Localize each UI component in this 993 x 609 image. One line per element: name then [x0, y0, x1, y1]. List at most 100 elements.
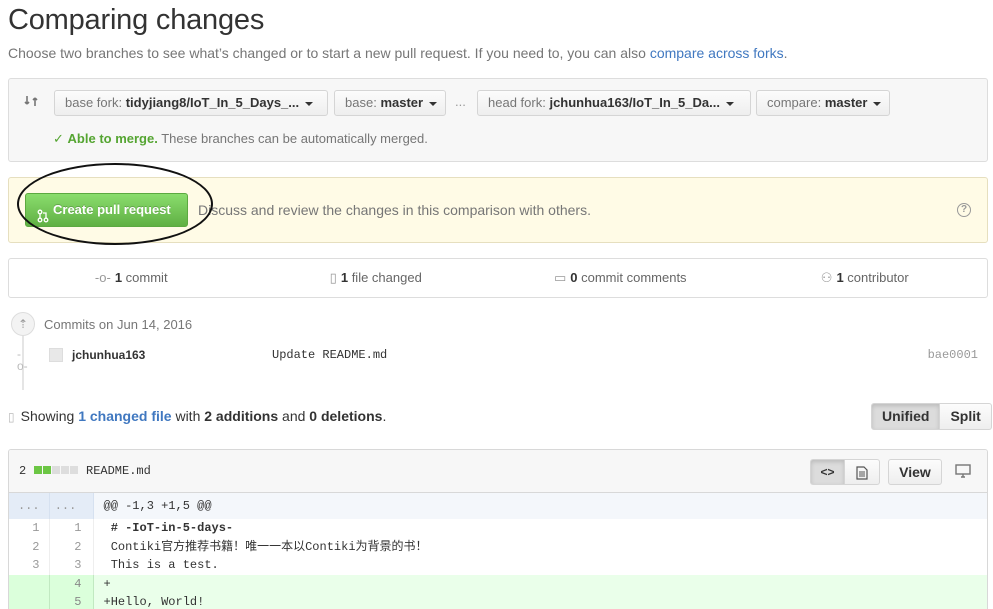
base-fork-select[interactable]: base fork: tidyjiang8/IoT_In_5_Days_... — [54, 90, 328, 116]
file-header: 2 README.md <> View — [9, 450, 987, 493]
diff-line: 2 2 Contiki官方推荐书籍！唯一一本以Contiki为背景的书！ — [9, 537, 987, 556]
tab-commits[interactable]: -o- 1 commit — [9, 259, 254, 297]
diff-line-code: +Hello, World! — [93, 593, 987, 609]
diffstat-addition-block — [43, 466, 51, 474]
diffstat-bar — [34, 466, 79, 474]
chevron-down-icon — [305, 101, 314, 106]
page-subtitle: Choose two branches to see what’s change… — [8, 45, 788, 61]
commit-sha[interactable]: bae0001 — [928, 348, 978, 362]
file-diff-icon: ▯ — [8, 410, 15, 424]
avatar[interactable] — [49, 348, 63, 362]
new-line-number[interactable]: 2 — [49, 537, 94, 556]
commit-group-date: Commits on Jun 14, 2016 — [44, 317, 193, 332]
source-rich-toggle: <> — [810, 459, 880, 485]
view-file-button[interactable]: View — [888, 459, 942, 485]
pull-request-description: Discuss and review the changes in this c… — [198, 202, 591, 218]
tab-contributors[interactable]: ⚇ 1 contributor — [743, 259, 988, 297]
base-branch-select[interactable]: base: master — [334, 90, 446, 116]
new-line-number[interactable]: 1 — [49, 519, 94, 538]
diffstat-neutral-block — [52, 466, 60, 474]
diff-change-count: 2 — [19, 464, 27, 478]
file-name[interactable]: README.md — [86, 464, 151, 478]
and-label: and — [282, 408, 306, 424]
file-text-icon[interactable] — [845, 459, 880, 485]
new-line-number[interactable]: 4 — [49, 574, 94, 593]
additions-count: 2 additions — [204, 408, 279, 424]
hunk-row: ... ... @@ -1,3 +1,5 @@ — [9, 493, 987, 519]
old-line-number[interactable] — [9, 593, 50, 609]
deletions-count: 0 deletions — [309, 408, 383, 424]
compare-across-forks-link[interactable]: compare across forks — [650, 45, 784, 61]
chevron-down-icon — [873, 101, 882, 106]
diff-line-code: Contiki官方推荐书籍！唯一一本以Contiki为背景的书！ — [103, 539, 428, 554]
pull-request-box: Create pull request Discuss and review t… — [8, 177, 988, 243]
expand-up-button[interactable]: ... — [9, 493, 50, 519]
hunk-header: @@ -1,3 +1,5 @@ — [93, 493, 987, 519]
subtitle-text: Choose two branches to see what’s change… — [8, 45, 650, 61]
create-pull-request-label: Create pull request — [53, 202, 171, 217]
merge-status-text: These branches can be automatically merg… — [161, 131, 428, 146]
device-desktop-icon[interactable] — [955, 463, 971, 479]
file-diff: 2 README.md <> View ... ... @@ -1,3 +1,5… — [8, 449, 988, 609]
comments-count: 0 — [570, 270, 578, 285]
head-fork-value: jchunhua163/IoT_In_5_Da... — [549, 95, 720, 110]
organization-icon: ⚇ — [820, 270, 833, 285]
overall-summary: -o- 1 commit ▯ 1 file changed ▭ 0 commit co… — [8, 258, 988, 298]
expand-down-button[interactable]: ... — [49, 493, 94, 519]
chevron-down-icon — [429, 101, 438, 106]
comments-label: commit comments — [581, 270, 687, 285]
diff-line-addition: 4 + — [9, 574, 987, 593]
new-line-number[interactable]: 5 — [49, 593, 94, 609]
old-line-number[interactable] — [9, 574, 50, 593]
with-label: with — [175, 408, 201, 424]
diff-view-toggle: Unified Split — [871, 403, 992, 430]
diffstat-neutral-block — [70, 466, 78, 474]
diffstat-addition-block — [34, 466, 42, 474]
merge-ok-label: Able to merge. — [67, 131, 158, 146]
range-ellipsis: ... — [455, 94, 466, 109]
file-diff-icon: ▯ — [329, 270, 337, 285]
subtitle-end: . — [783, 45, 788, 61]
range-editor: base fork: tidyjiang8/IoT_In_5_Days_... … — [8, 78, 988, 162]
old-line-number[interactable]: 1 — [9, 519, 50, 538]
old-line-number[interactable]: 2 — [9, 537, 50, 556]
diff-line-code: This is a test. — [103, 558, 219, 573]
create-pull-request-button[interactable]: Create pull request — [25, 193, 188, 227]
question-icon[interactable]: ? — [957, 203, 971, 217]
old-line-number[interactable]: 3 — [9, 556, 50, 575]
code-icon[interactable]: <> — [810, 459, 845, 485]
tab-commit-comments[interactable]: ▭ 0 commit comments — [498, 259, 743, 297]
base-fork-label: base fork: — [65, 95, 123, 110]
chevron-down-icon — [725, 101, 734, 106]
summary-end: . — [382, 408, 387, 424]
git-commit-icon: -o- — [17, 347, 28, 373]
head-fork-select[interactable]: head fork: jchunhua163/IoT_In_5_Da... — [477, 90, 751, 116]
commit-author[interactable]: jchunhua163 — [72, 348, 145, 362]
head-fork-label: head fork: — [488, 95, 546, 110]
files-label: file changed — [351, 270, 422, 285]
diff-line-code: # -IoT-in-5-days- — [103, 521, 234, 536]
comment-icon: ▭ — [553, 270, 567, 285]
unified-button[interactable]: Unified — [871, 403, 941, 430]
base-value: master — [380, 95, 424, 110]
commit-message[interactable]: Update README.md — [272, 348, 387, 362]
base-label: base: — [345, 95, 377, 110]
diff-summary: ▯ Showing 1 changed file with 2 additions… — [8, 408, 386, 424]
compare-branch-select[interactable]: compare: master — [756, 90, 890, 116]
merge-status: ✓ Able to merge. These branches can be a… — [53, 131, 428, 147]
new-line-number[interactable]: 3 — [49, 556, 94, 575]
commits-label: commit — [125, 270, 168, 285]
contributors-label: contributor — [847, 270, 909, 285]
tab-files-changed[interactable]: ▯ 1 file changed — [254, 259, 499, 297]
commit-row: -o- jchunhua163 Update README.md bae0001 — [8, 343, 988, 373]
compare-value: master — [824, 95, 868, 110]
git-pull-request-icon — [37, 203, 51, 223]
contributors-count: 1 — [836, 270, 844, 285]
diff-line: 3 3 This is a test. — [9, 556, 987, 575]
check-icon: ✓ — [53, 131, 64, 146]
git-commit-icon: -o- — [94, 270, 111, 285]
split-button[interactable]: Split — [940, 403, 992, 430]
diff-line: 1 1 # -IoT-in-5-days- — [9, 519, 987, 538]
diffstat-neutral-block — [61, 466, 69, 474]
changed-files-link[interactable]: 1 changed file — [78, 408, 171, 424]
